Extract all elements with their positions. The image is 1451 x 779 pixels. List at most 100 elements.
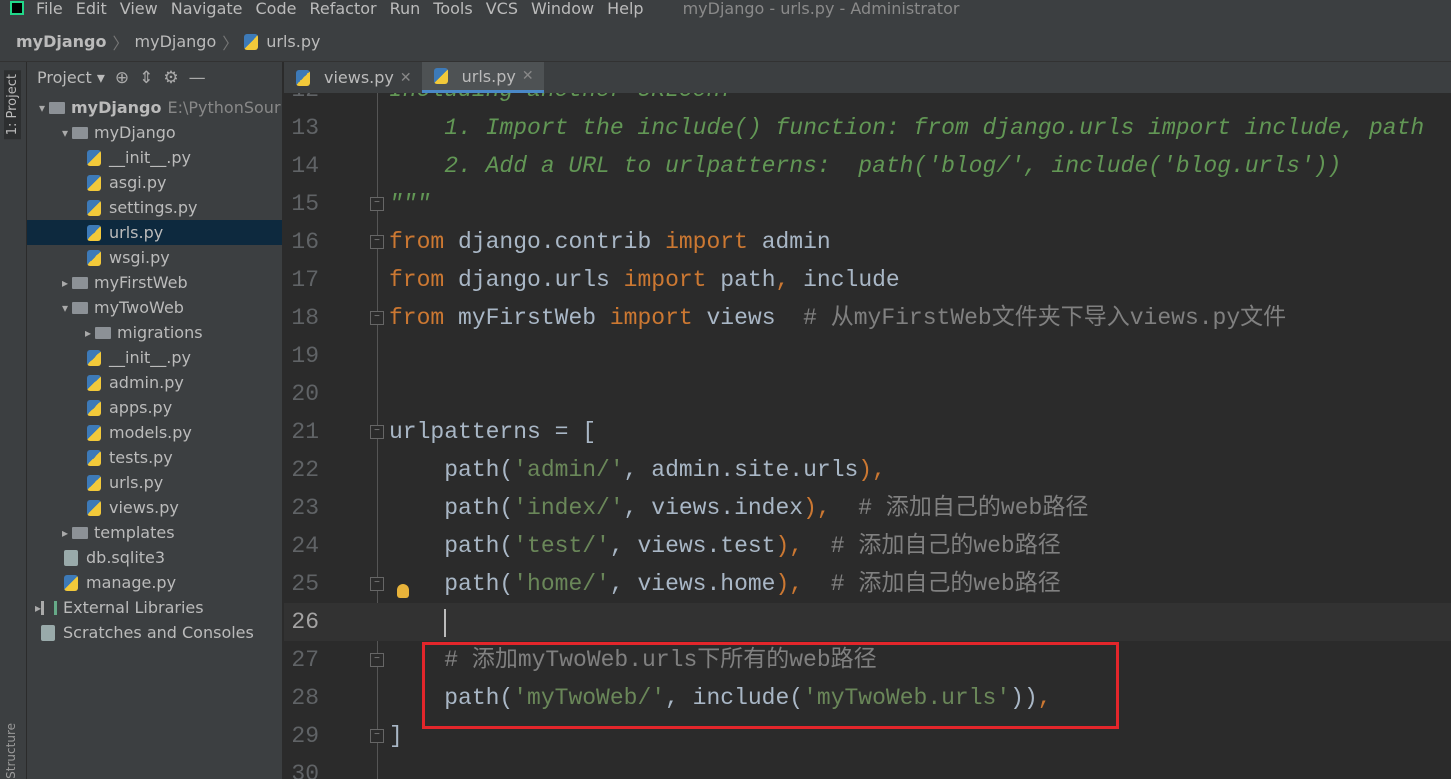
project-view-dropdown[interactable]: Project ▾ — [37, 68, 105, 87]
tree-item-label: __init__.py — [109, 348, 192, 367]
menu-help[interactable]: Help — [607, 0, 643, 18]
fold-marker-icon[interactable]: − — [370, 197, 384, 211]
python-file-icon — [87, 474, 101, 491]
chevron-down-icon[interactable]: ▾ — [58, 301, 72, 315]
window-title: myDjango - urls.py - Administrator — [682, 0, 960, 18]
tool-window-stripe: 1: Project Structure — [0, 62, 27, 779]
tree-item[interactable]: ▾ myDjango — [27, 120, 282, 145]
code-line: 24 path('test/', views.test), # 添加自己的web… — [284, 527, 1451, 565]
database-icon — [64, 549, 78, 566]
menu-view[interactable]: View — [120, 0, 158, 18]
tree-item[interactable]: views.py — [27, 495, 282, 520]
tree-item[interactable]: asgi.py — [27, 170, 282, 195]
hide-icon[interactable]: — — [189, 68, 206, 88]
code-line: 13 1. Import the include() function: fro… — [284, 109, 1451, 147]
tree-item[interactable]: ▸ External Libraries — [27, 595, 282, 620]
python-file-icon — [433, 68, 448, 84]
tree-item[interactable]: settings.py — [27, 195, 282, 220]
tree-item[interactable]: __init__.py — [27, 345, 282, 370]
breadcrumb-file[interactable]: urls.py — [266, 32, 320, 51]
code-line: 25 − path('home/', views.home), # 添加自己的we… — [284, 565, 1451, 603]
lightbulb-icon[interactable] — [397, 584, 409, 598]
tab-urls-py[interactable]: urls.py ✕ — [421, 62, 544, 93]
tree-item[interactable]: admin.py — [27, 370, 282, 395]
token-kw: ), — [803, 495, 831, 521]
tree-item-label: templates — [94, 523, 175, 542]
tree-item[interactable]: __init__.py — [27, 145, 282, 170]
tree-item[interactable]: urls.py — [27, 470, 282, 495]
gear-icon[interactable]: ⚙ — [163, 68, 178, 88]
tree-item[interactable]: urls.py — [27, 220, 282, 245]
tab-views-py[interactable]: views.py ✕ — [284, 62, 422, 93]
fold-marker-icon[interactable]: − — [370, 577, 384, 591]
menu-window[interactable]: Window — [531, 0, 594, 18]
breadcrumb-folder[interactable]: myDjango — [135, 32, 217, 51]
tree-item-label: Scratches and Consoles — [63, 623, 254, 642]
breadcrumb: myDjango 〉 myDjango 〉 urls.py — [0, 22, 1451, 62]
menu-code[interactable]: Code — [256, 0, 297, 18]
tree-item[interactable]: ▾ myTwoWeb — [27, 295, 282, 320]
token-kw: from — [389, 229, 445, 255]
menu-refactor[interactable]: Refactor — [309, 0, 376, 18]
python-file-icon — [87, 349, 101, 366]
menu-file[interactable]: File — [36, 0, 63, 18]
menu-run[interactable]: Run — [390, 0, 421, 18]
code-text: from django.urls import path, include — [389, 261, 900, 299]
token-tx: , views.index — [623, 495, 804, 521]
chevron-down-icon[interactable]: ▾ — [35, 101, 49, 115]
code-editor[interactable]: 12 Including another URLconf 13 1. Import … — [284, 93, 1451, 779]
token-kw: ), — [775, 533, 804, 559]
tree-item[interactable]: models.py — [27, 420, 282, 445]
breadcrumb-project[interactable]: myDjango — [16, 32, 107, 51]
fold-marker-icon[interactable]: − — [370, 425, 384, 439]
token-kw: from — [389, 305, 445, 331]
close-icon[interactable]: ✕ — [400, 70, 412, 86]
fold-marker-icon[interactable]: − — [370, 729, 384, 743]
python-file-icon — [87, 374, 101, 391]
project-tool-button[interactable]: 1: Project — [4, 70, 21, 140]
folder-icon — [72, 126, 88, 139]
structure-tool-button[interactable]: Structure — [4, 723, 18, 779]
tree-item[interactable]: tests.py — [27, 445, 282, 470]
fold-marker-icon[interactable]: − — [370, 235, 384, 249]
fold-marker-icon[interactable]: − — [370, 653, 384, 667]
tree-item[interactable]: ▸ templates — [27, 520, 282, 545]
tree-item[interactable]: Scratches and Consoles — [27, 620, 282, 645]
menu-edit[interactable]: Edit — [76, 0, 107, 18]
tree-item[interactable]: wsgi.py — [27, 245, 282, 270]
tree-item[interactable]: ▸ migrations — [27, 320, 282, 345]
token-tx: views — [692, 305, 804, 331]
code-line: 23 path('index/', views.index), # 添加自己的w… — [284, 489, 1451, 527]
fold-marker-icon[interactable]: − — [370, 311, 384, 325]
tree-item[interactable]: apps.py — [27, 395, 282, 420]
chevron-right-icon[interactable]: ▸ — [58, 526, 72, 540]
token-tx: , admin.site.urls — [623, 457, 859, 483]
code-text: from myFirstWeb import views # 从myFirstW… — [389, 299, 1286, 337]
menu-navigate[interactable]: Navigate — [171, 0, 243, 18]
chevron-down-icon[interactable]: ▾ — [58, 126, 72, 140]
menu-tools[interactable]: Tools — [433, 0, 472, 18]
python-file-icon — [87, 449, 101, 466]
tree-item-label: myFirstWeb — [94, 273, 188, 292]
token-doc: 2. Add a URL to urlpatterns: path('blog/… — [389, 153, 1342, 179]
tree-item-label: db.sqlite3 — [86, 548, 166, 567]
token-tx: ] — [389, 723, 403, 749]
tree-item-label: __init__.py — [109, 148, 192, 167]
folder-icon — [72, 276, 88, 289]
code-text: 1. Import the include() function: from d… — [389, 109, 1424, 147]
folder-icon — [72, 301, 88, 314]
chevron-right-icon[interactable]: ▸ — [58, 276, 72, 290]
tree-item[interactable]: ▸ myFirstWeb — [27, 270, 282, 295]
tree-item[interactable]: manage.py — [27, 570, 282, 595]
scratches-icon — [41, 624, 55, 641]
token-doc: Including another URLconf — [389, 93, 734, 103]
close-icon[interactable]: ✕ — [522, 68, 534, 84]
tree-item-label: admin.py — [109, 373, 184, 392]
token-tx: urlpatterns = [ — [389, 419, 597, 445]
tree-item[interactable]: db.sqlite3 — [27, 545, 282, 570]
menu-vcs[interactable]: VCS — [486, 0, 518, 18]
tree-item[interactable]: ▾ myDjango E:\PythonSour — [27, 95, 282, 120]
locate-icon[interactable]: ⊕ — [115, 68, 129, 88]
chevron-right-icon[interactable]: ▸ — [81, 326, 95, 340]
collapse-all-icon[interactable]: ⇕ — [139, 68, 153, 88]
